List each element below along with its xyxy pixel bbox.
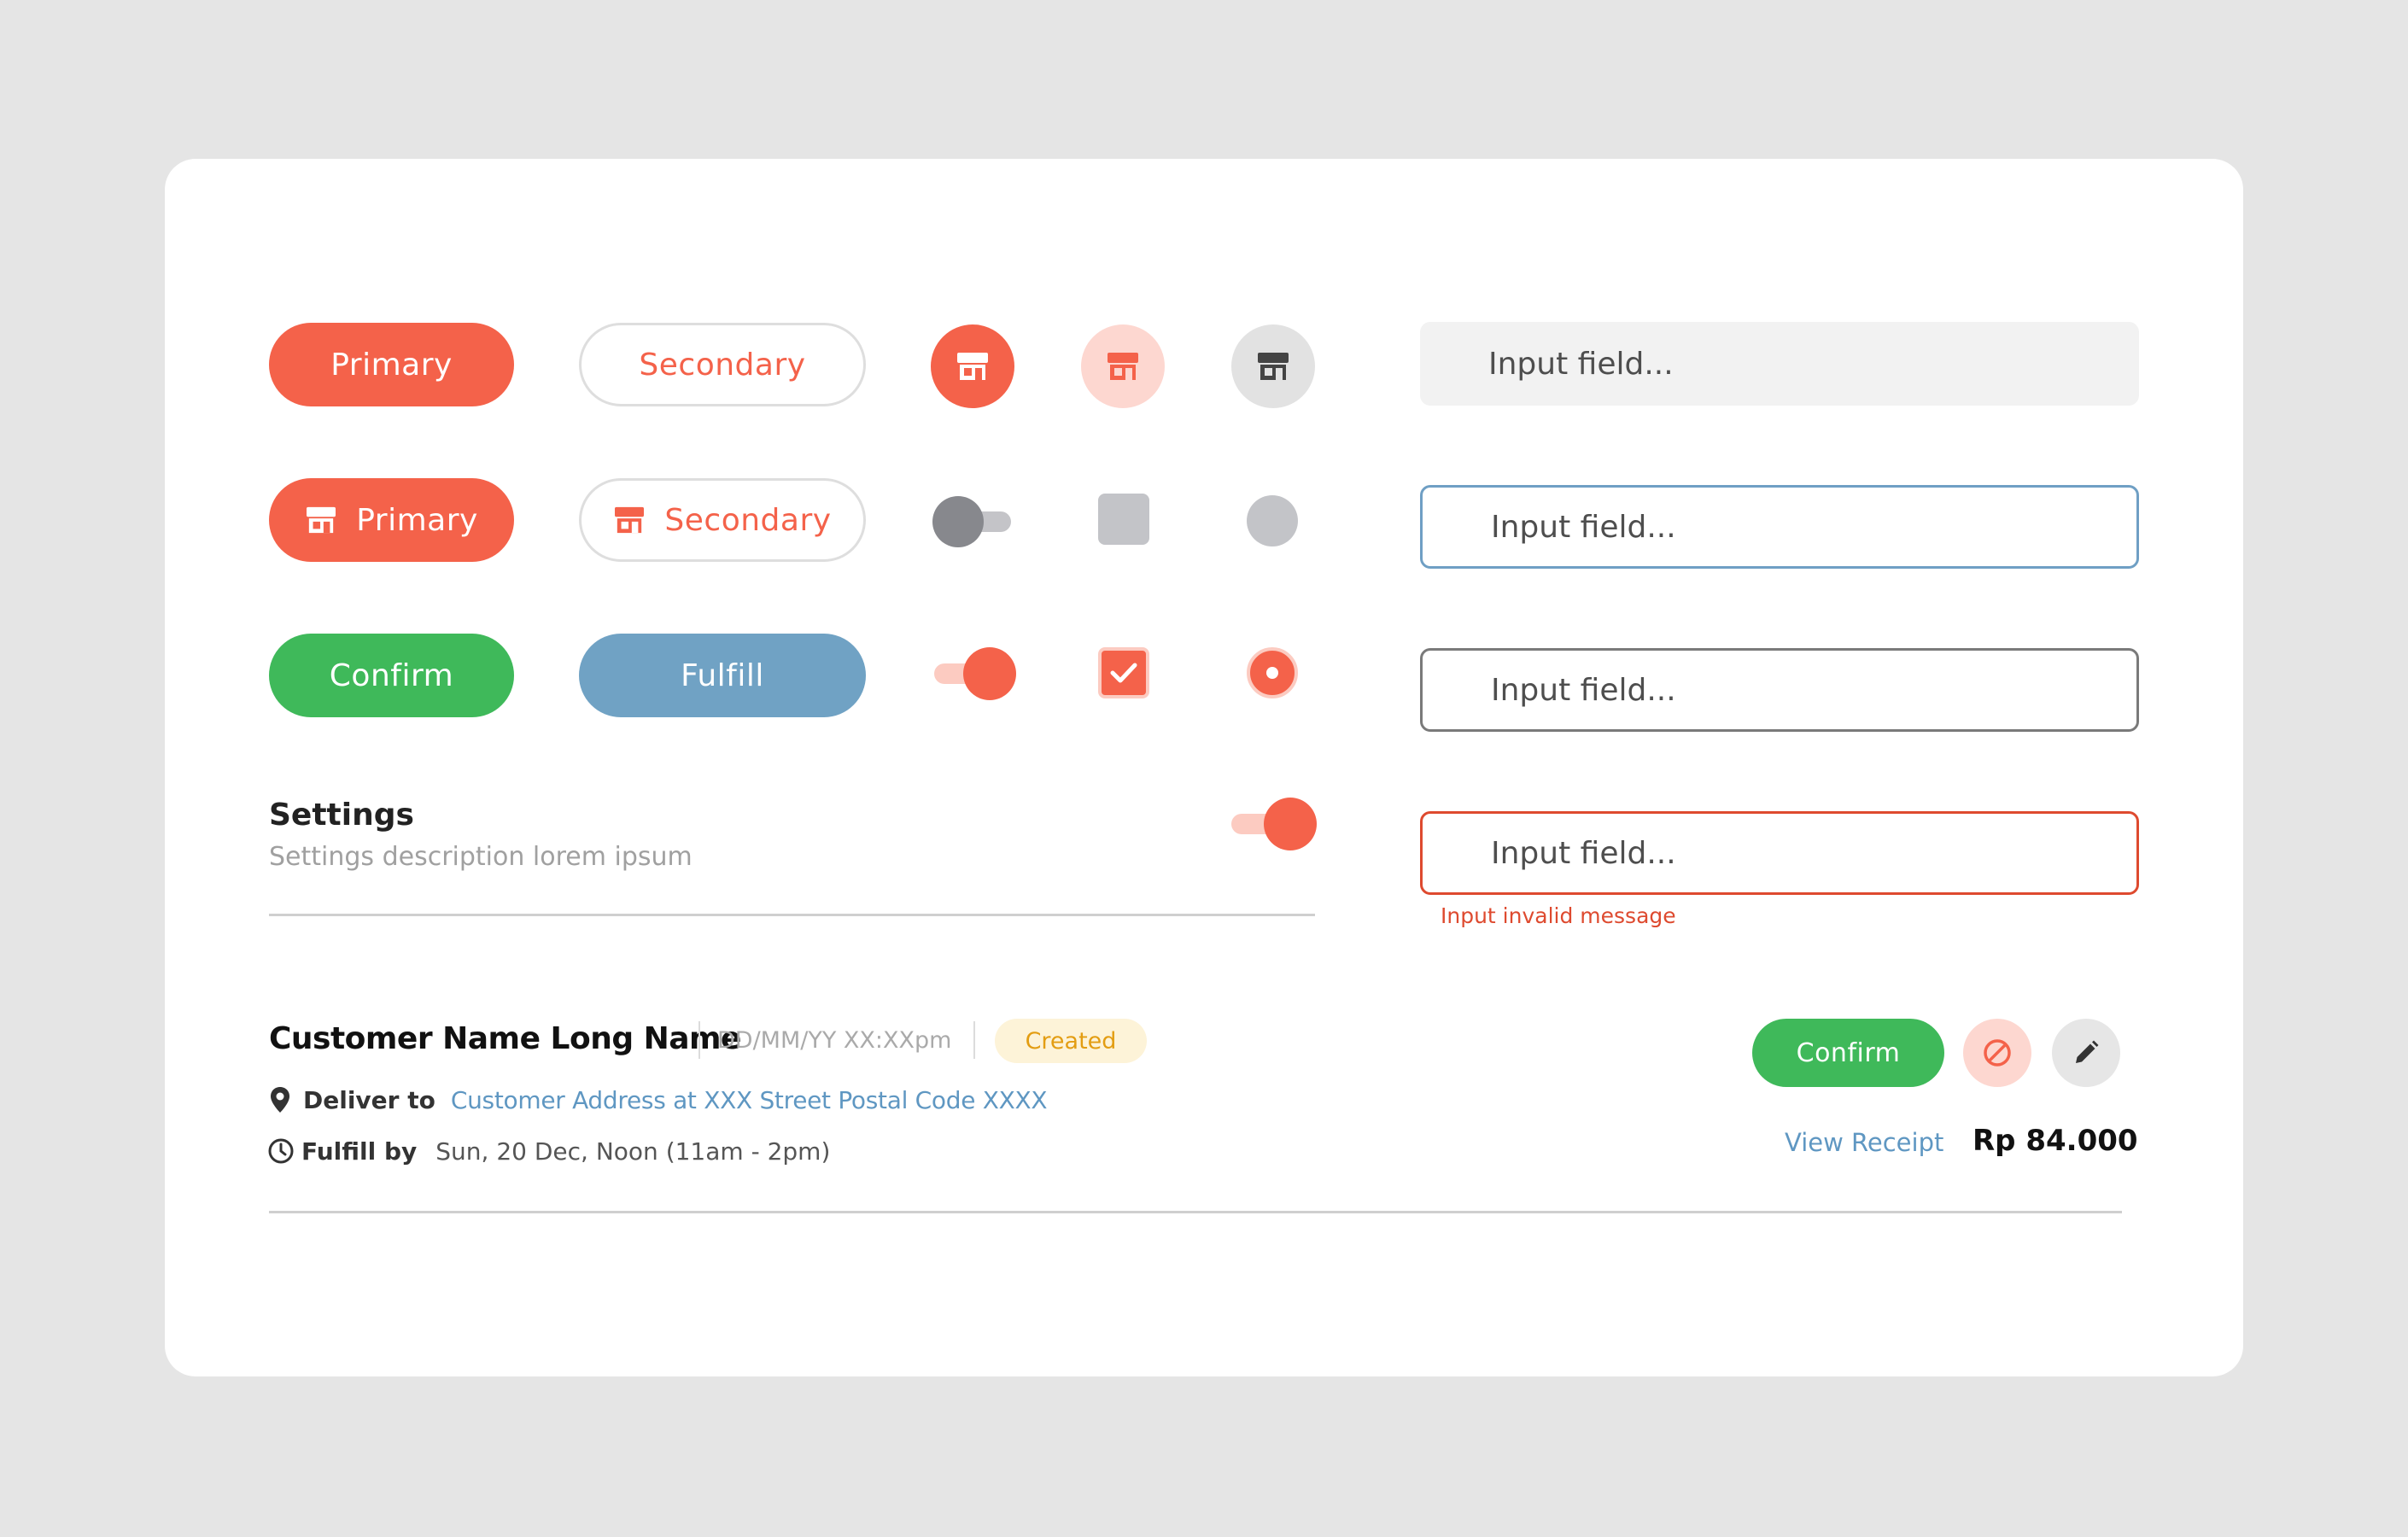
edit-order-button[interactable] [2052, 1019, 2120, 1087]
toggle-off[interactable] [932, 494, 1016, 547]
checkbox-unchecked[interactable] [1098, 494, 1149, 545]
store-icon [1108, 353, 1138, 380]
input-placeholder: Input field... [1491, 672, 1676, 708]
settings-description: Settings description lorem ipsum [269, 842, 693, 872]
customer-name: Customer Name Long Name [269, 1021, 741, 1056]
block-icon [1984, 1039, 2011, 1067]
input-placeholder: Input field... [1491, 509, 1676, 545]
settings-title: Settings [269, 798, 414, 833]
check-icon [1110, 663, 1137, 683]
store-icon [1258, 353, 1289, 380]
store-icon [957, 353, 988, 380]
primary-icon-button[interactable]: Primary [269, 478, 514, 562]
secondary-button-label: Secondary [639, 347, 806, 383]
cancel-order-button[interactable] [1963, 1019, 2031, 1087]
order-datetime: DD/MM/YY XX:XXpm [717, 1027, 952, 1054]
order-divider [269, 1211, 2122, 1213]
fulfill-row: Fulfill by Sun, 20 Dec, Noon (11am - 2pm… [267, 1134, 830, 1168]
order-confirm-label: Confirm [1796, 1037, 1901, 1068]
settings-toggle[interactable] [1231, 798, 1317, 850]
store-icon-button-primary[interactable] [931, 324, 1014, 408]
input-placeholder: Input field... [1488, 346, 1674, 382]
fulfill-label: Fulfill by [301, 1137, 418, 1166]
input-field-default[interactable]: Input field... [1420, 322, 2139, 406]
radio-unselected[interactable] [1247, 495, 1298, 546]
input-field-filled[interactable]: Input field... [1420, 648, 2139, 732]
deliver-row: Deliver to Customer Address at XXX Stree… [269, 1083, 1048, 1117]
toggle-knob [932, 496, 984, 547]
deliver-label: Deliver to [303, 1085, 435, 1114]
primary-button[interactable]: Primary [269, 323, 514, 406]
store-icon [307, 506, 336, 534]
view-receipt-link[interactable]: View Receipt [1785, 1128, 1943, 1157]
separator [973, 1021, 975, 1059]
order-confirm-button[interactable]: Confirm [1752, 1019, 1944, 1087]
toggle-on[interactable] [932, 647, 1016, 700]
status-badge-label: Created [1025, 1027, 1117, 1055]
store-icon-button-light[interactable] [1081, 324, 1165, 408]
confirm-button[interactable]: Confirm [269, 634, 514, 717]
secondary-icon-button[interactable]: Secondary [579, 478, 866, 562]
input-field-error[interactable]: Input field... [1420, 811, 2139, 895]
primary-icon-button-label: Primary [356, 502, 478, 538]
confirm-button-label: Confirm [329, 657, 454, 693]
fulfill-button[interactable]: Fulfill [579, 634, 866, 717]
customer-address-link[interactable]: Customer Address at XXX Street Postal Co… [451, 1086, 1048, 1114]
fulfill-button-label: Fulfill [681, 657, 764, 693]
clock-icon [268, 1138, 294, 1164]
checkbox-checked[interactable] [1098, 647, 1149, 698]
pencil-icon [2076, 1040, 2099, 1063]
input-field-focused[interactable]: Input field... [1420, 485, 2139, 569]
toggle-knob [963, 647, 1016, 700]
fulfill-time: Sun, 20 Dec, Noon (11am - 2pm) [435, 1137, 831, 1166]
separator [698, 1021, 700, 1059]
store-icon [615, 506, 645, 534]
toggle-knob [1264, 798, 1317, 850]
input-error-message: Input invalid message [1441, 903, 1676, 928]
location-pin-icon [271, 1087, 289, 1113]
settings-divider [269, 914, 1315, 916]
secondary-button[interactable]: Secondary [579, 323, 866, 406]
radio-dot [1266, 667, 1278, 679]
status-badge: Created [995, 1019, 1147, 1063]
input-placeholder: Input field... [1491, 835, 1676, 871]
radio-selected[interactable] [1247, 647, 1298, 698]
primary-button-label: Primary [330, 347, 453, 383]
order-price: Rp 84.000 [1973, 1124, 2138, 1158]
store-icon-button-gray[interactable] [1231, 324, 1315, 408]
secondary-icon-button-label: Secondary [664, 502, 832, 538]
